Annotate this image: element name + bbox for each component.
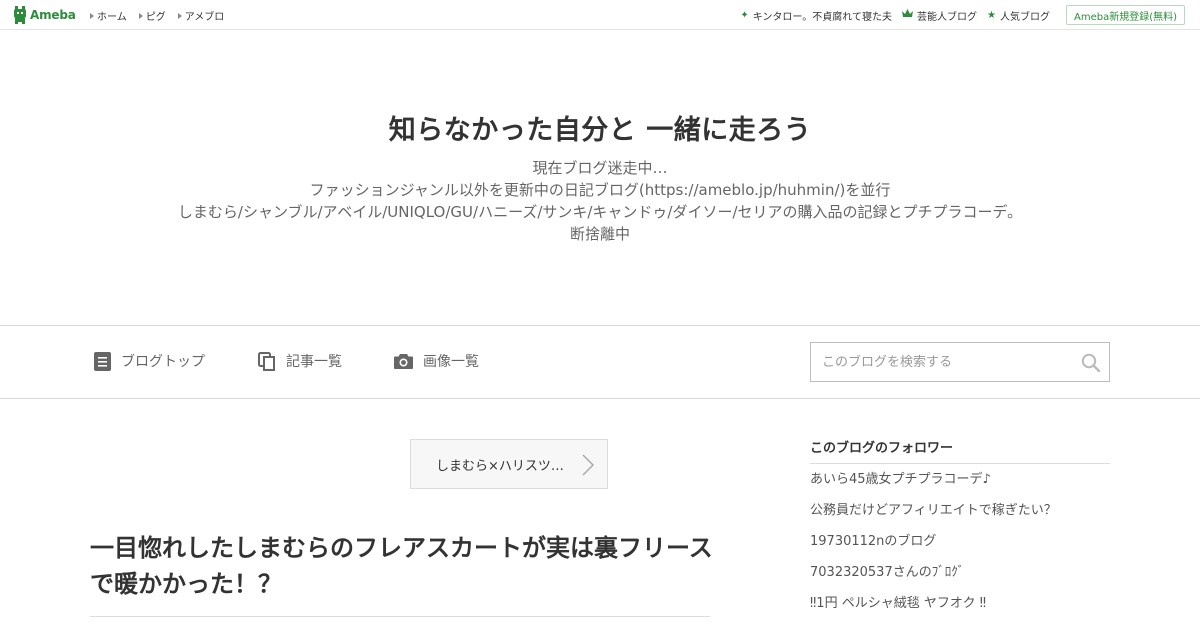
blog-search-input[interactable] <box>811 343 1071 381</box>
follower-link[interactable]: ‼1円 ペルシャ絨毯 ヤフオク ‼ <box>810 595 1110 626</box>
blog-description: 現在ブログ迷走中… ファッションジャンル以外を更新中の日記ブログ(https:/… <box>0 157 1200 245</box>
global-nav-label: ピグ <box>145 12 166 23</box>
nav-image-list[interactable]: 画像一覧 <box>394 351 479 371</box>
global-header: Ameba ホーム ピグ アメブロ ✦ キンタロー。不貞腐れて寝た夫 芸能人ブロ… <box>0 0 1200 30</box>
search-icon[interactable] <box>1081 353 1100 372</box>
global-nav: ホーム ピグ アメブロ <box>90 8 236 23</box>
followers-heading: このブログのフォロワー <box>810 441 954 456</box>
theme-link-label: しまむら×ハリスツ… <box>436 458 564 474</box>
blog-description-line: 断捨離中 <box>569 225 630 243</box>
follower-link[interactable]: 19730112nのブログ <box>810 533 1110 564</box>
global-nav-label: アメブロ <box>184 12 225 23</box>
chevron-right-icon <box>582 454 595 476</box>
global-nav-label: ホーム <box>97 12 127 23</box>
blog-search <box>810 342 1110 382</box>
followers-list: あいら45歳女プチプラコーデ♪ 公務員だけどアフィリエイトで稼ぎたい？ 1973… <box>810 471 1110 626</box>
logo-text: Ameba <box>30 8 76 22</box>
global-nav-ameblo[interactable]: アメブロ <box>177 8 225 23</box>
celebrity-blogs-label: 芸能人ブログ <box>917 11 978 23</box>
blog-nav: ブログトップ 記事一覧 画像一覧 <box>0 325 1200 399</box>
camera-icon <box>394 354 413 369</box>
caret-right-icon <box>138 12 143 19</box>
ameba-logo[interactable]: Ameba <box>13 6 76 24</box>
nav-article-list-label: 記事一覧 <box>286 354 342 370</box>
caret-right-icon <box>90 12 94 19</box>
nav-blog-top-label: ブログトップ <box>121 354 205 370</box>
blog-description-line: 現在ブログ迷走中… <box>532 159 668 177</box>
caret-right-icon <box>177 12 182 19</box>
header-links: ✦ キンタロー。不貞腐れて寝た夫 芸能人ブログ ★ 人気ブログ Ameba新規登… <box>740 5 1185 25</box>
global-nav-home[interactable]: ホーム <box>90 8 127 23</box>
blog-description-line: しまむら/シャンブル/アベイル/UNIQLO/GU/ハニーズ/サンキ/キャンドゥ… <box>177 203 1023 221</box>
divider <box>810 463 1110 464</box>
celebrity-blogs-link[interactable]: 芸能人ブログ <box>902 8 977 23</box>
article-title[interactable]: 一目惚れしたしまむらのフレアスカートが実は裏フリースで暖かかった！？ <box>90 530 715 602</box>
document-icon <box>94 351 111 371</box>
follower-link[interactable]: 公務員だけどアフィリエイトで稼ぎたい？ <box>810 502 1110 533</box>
ameba-mascot-icon <box>14 6 26 24</box>
nav-image-list-label: 画像一覧 <box>423 354 479 370</box>
follower-link[interactable]: あいら45歳女プチプラコーデ♪ <box>810 471 1110 502</box>
follower-link[interactable]: 7032320537さんのﾌﾞﾛｸﾞ <box>810 564 1110 595</box>
blog-title[interactable]: 知らなかった自分と 一緒に走ろう <box>0 108 1200 147</box>
crown-icon <box>902 9 914 21</box>
trending-link-label: キンタロー。不貞腐れて寝た夫 <box>752 11 893 23</box>
global-nav-pigg[interactable]: ピグ <box>138 8 166 23</box>
popular-blogs-link[interactable]: ★ 人気ブログ <box>987 8 1050 23</box>
popular-blogs-label: 人気ブログ <box>999 11 1050 23</box>
sparkle-icon: ✦ <box>740 9 749 21</box>
nav-article-list[interactable]: 記事一覧 <box>258 351 342 371</box>
copy-icon <box>258 351 275 371</box>
divider <box>90 616 710 617</box>
trending-link[interactable]: ✦ キンタロー。不貞腐れて寝た夫 <box>740 8 892 23</box>
nav-blog-top[interactable]: ブログトップ <box>94 351 205 371</box>
blog-description-line: ファッションジャンル以外を更新中の日記ブログ(https://ameblo.jp… <box>309 181 891 199</box>
theme-link-button[interactable]: しまむら×ハリスツ… <box>410 439 608 489</box>
star-icon: ★ <box>987 9 996 21</box>
signup-button[interactable]: Ameba新規登録(無料) <box>1065 5 1185 25</box>
